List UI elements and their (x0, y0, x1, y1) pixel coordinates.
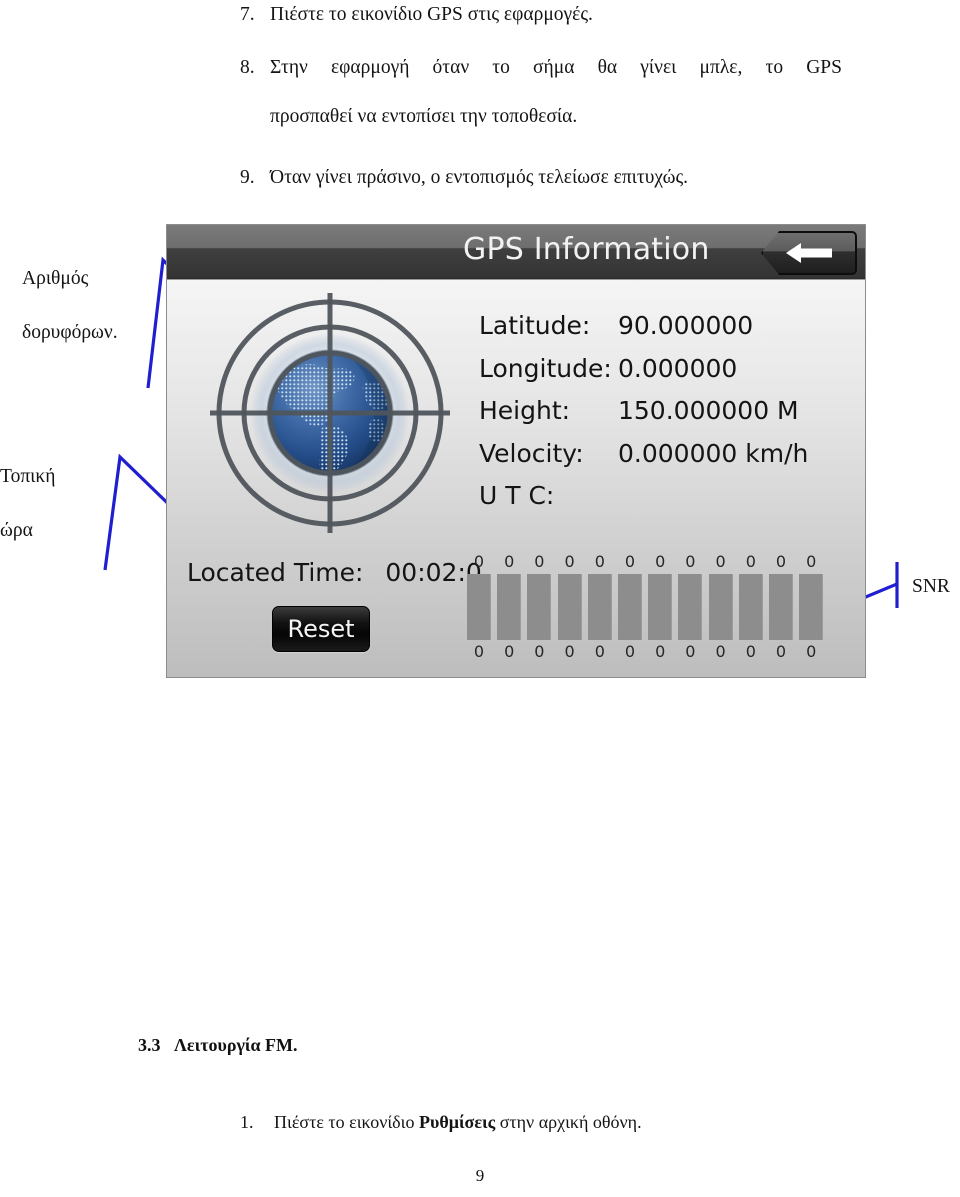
readout-label: U T C: (479, 481, 555, 510)
snr-column: 00 (467, 554, 491, 668)
page-number: 9 (475, 1166, 485, 1185)
snr-column: 00 (497, 552, 522, 668)
snr-column: 00 (557, 552, 582, 668)
readout-value: 0.000000 (618, 353, 738, 383)
snr-column: 00 (708, 552, 733, 668)
readout-row-latitude: Latitude: 90.000000 (479, 311, 849, 354)
located-time-label: Located Time: (187, 558, 364, 587)
step-text-line-1: Στην εφαρμογή όταν το σήμα θα γίνει μπλε… (270, 57, 842, 78)
snr-bottom-value: 0 (594, 642, 605, 661)
snr-top-value: 0 (775, 552, 787, 571)
snr-column: 00 (648, 552, 673, 668)
snr-column: 00 (799, 552, 824, 668)
section-heading: 3.3 Λειτουργία FM. (138, 1035, 298, 1056)
snr-bar (527, 574, 552, 640)
readout-label: Height: (479, 396, 571, 425)
gps-information-screen: GPS Information Latitude: 90.000000 Long… (166, 224, 866, 678)
snr-top-value: 0 (685, 552, 696, 571)
snr-top-value: 0 (564, 552, 575, 571)
doc-step-7: 7. Πιέστε το εικονίδιο GPS στις εφαρμογέ… (240, 2, 852, 28)
snr-bottom-value: 0 (534, 642, 545, 661)
gps-titlebar: GPS Information (167, 225, 865, 280)
snr-bar-chart: 000000000000000000000000 (467, 554, 837, 668)
snr-column: 00 (769, 554, 793, 668)
snr-bar (799, 574, 824, 640)
step-text-line-2: προσπαθεί να εντοπίσει την τοποθεσία. (270, 106, 578, 128)
arrow-left-icon (786, 243, 832, 263)
snr-bar (497, 574, 522, 640)
snr-column: 00 (678, 552, 703, 668)
reset-button[interactable]: Reset (272, 606, 370, 652)
snr-top-value: 0 (715, 552, 726, 571)
snr-bar (467, 574, 491, 640)
snr-bar (648, 574, 673, 640)
snr-bar (557, 574, 582, 640)
section-number: 3.3 (138, 1035, 161, 1055)
snr-bar (738, 574, 763, 640)
gps-readout-list: Latitude: 90.000000 Longitude: 0.000000 … (479, 311, 849, 524)
readout-value: 0.000000 km/h (618, 438, 809, 468)
snr-bottom-value: 0 (715, 642, 726, 661)
snr-bottom-value: 0 (775, 642, 787, 661)
located-time: Located Time: 00:02:0 (187, 558, 482, 587)
snr-bottom-value: 0 (473, 642, 485, 661)
back-button[interactable] (761, 231, 857, 275)
annotation-satellites-label-line-1: Αριθμός (22, 268, 89, 289)
snr-top-value: 0 (745, 552, 756, 571)
step-text: Στην εφαρμογή όταν το σήμα θα γίνει μπλε… (270, 55, 842, 131)
snr-bottom-value: 0 (624, 642, 636, 661)
step-text: Όταν γίνει πράσινο, ο εντοπισμός τελείωσ… (270, 167, 689, 188)
gps-title: GPS Information (463, 232, 710, 267)
snr-top-value: 0 (473, 552, 485, 571)
readout-row-utc: U T C: (479, 481, 849, 524)
step-text-prefix: Πιέστε το εικονίδιο (274, 1112, 420, 1132)
snr-bar (678, 574, 703, 640)
snr-bottom-value: 0 (745, 642, 756, 661)
readout-value: 90.000000 (618, 311, 754, 340)
snr-column: 00 (587, 552, 612, 668)
snr-top-value: 0 (534, 552, 545, 571)
step-text-suffix: στην αρχική οθόνη. (495, 1112, 642, 1132)
globe-radar-crosshair-icon (210, 293, 450, 533)
annotation-snr-label: SNR (912, 576, 950, 597)
annotation-satellites-label-line-2: δορυφόρων. (22, 322, 118, 343)
snr-bottom-value: 0 (685, 642, 696, 661)
snr-top-value: 0 (504, 552, 515, 571)
annotation-localtime-label-line-1: Τοπική (0, 466, 56, 487)
step-text-bold: Ρυθμίσεις (419, 1112, 496, 1132)
snr-bottom-value: 0 (564, 642, 575, 661)
readout-label: Velocity: (479, 438, 584, 468)
doc-step-9: 9. Όταν γίνει πράσινο, ο εντοπισμός τελε… (240, 165, 852, 191)
snr-bar (618, 574, 642, 640)
readout-row-longitude: Longitude: 0.000000 (479, 354, 849, 397)
snr-column: 00 (738, 552, 763, 668)
step-text: Πιέστε το εικονίδιο Ρυθμίσεις στην αρχικ… (274, 1112, 642, 1133)
snr-top-value: 0 (806, 552, 817, 571)
section-title: Λειτουργία FM. (174, 1035, 298, 1055)
readout-label: Longitude: (479, 353, 612, 383)
snr-top-value: 0 (655, 552, 666, 571)
annotation-localtime-label-line-2: ώρα (0, 520, 33, 541)
snr-bottom-value: 0 (806, 642, 817, 661)
readout-row-height: Height: 150.000000 M (479, 396, 849, 439)
snr-bar (769, 574, 793, 640)
readout-row-velocity: Velocity: 0.000000 km/h (479, 439, 849, 482)
snr-bar (587, 574, 612, 640)
snr-top-value: 0 (624, 552, 636, 571)
step-text: Πιέστε το εικονίδιο GPS στις εφαρμογές. (270, 4, 593, 25)
snr-bottom-value: 0 (655, 642, 666, 661)
doc-step-final: 1. Πιέστε το εικονίδιο Ρυθμίσεις στην αρ… (240, 1112, 840, 1133)
snr-top-value: 0 (594, 552, 605, 571)
step-number: 1. (240, 1112, 254, 1132)
step-number: 8. (240, 57, 255, 78)
snr-bottom-value: 0 (504, 642, 515, 661)
snr-column: 00 (527, 552, 552, 668)
readout-label: Latitude: (479, 311, 591, 340)
step-number: 7. (240, 4, 255, 25)
doc-step-8: 8. Στην εφαρμογή όταν το σήμα θα γίνει μ… (240, 55, 842, 131)
step-number: 9. (240, 167, 255, 188)
snr-bar (708, 574, 733, 640)
readout-value: 150.000000 M (618, 396, 799, 425)
snr-column: 00 (618, 554, 642, 668)
